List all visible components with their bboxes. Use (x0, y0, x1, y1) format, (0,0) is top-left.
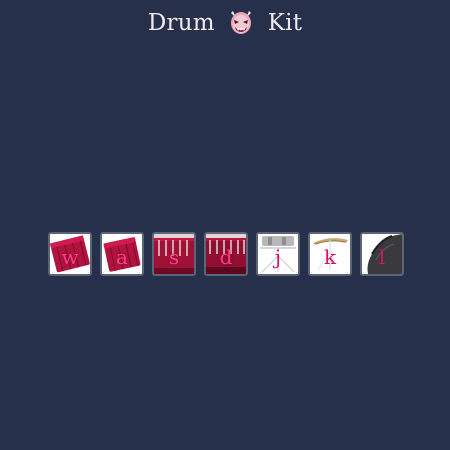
drum-pad-w[interactable]: w (48, 232, 92, 276)
drum-pad-s[interactable]: s (152, 232, 196, 276)
drum-pad-j[interactable]: j (256, 232, 300, 276)
pad-key-label: a (116, 245, 128, 269)
pad-key-label: w (61, 245, 79, 269)
drum-pad-l[interactable]: l (360, 232, 404, 276)
pad-key-label: k (323, 245, 337, 269)
drum-pad-k[interactable]: k (308, 232, 352, 276)
title-word-right: Kit (267, 10, 303, 36)
drum-pad-d[interactable]: d (204, 232, 248, 276)
pad-key-label: s (168, 245, 180, 269)
title-word-left: Drum (147, 10, 215, 36)
drum-pad-a[interactable]: a (100, 232, 144, 276)
oni-mask-icon (228, 9, 254, 35)
pad-key-label: j (274, 245, 282, 269)
page-title: Drum Kit (0, 6, 450, 39)
pad-key-label: d (219, 245, 233, 269)
drum-pads: w a s d j k l (48, 232, 408, 276)
pad-key-label: l (378, 245, 386, 269)
